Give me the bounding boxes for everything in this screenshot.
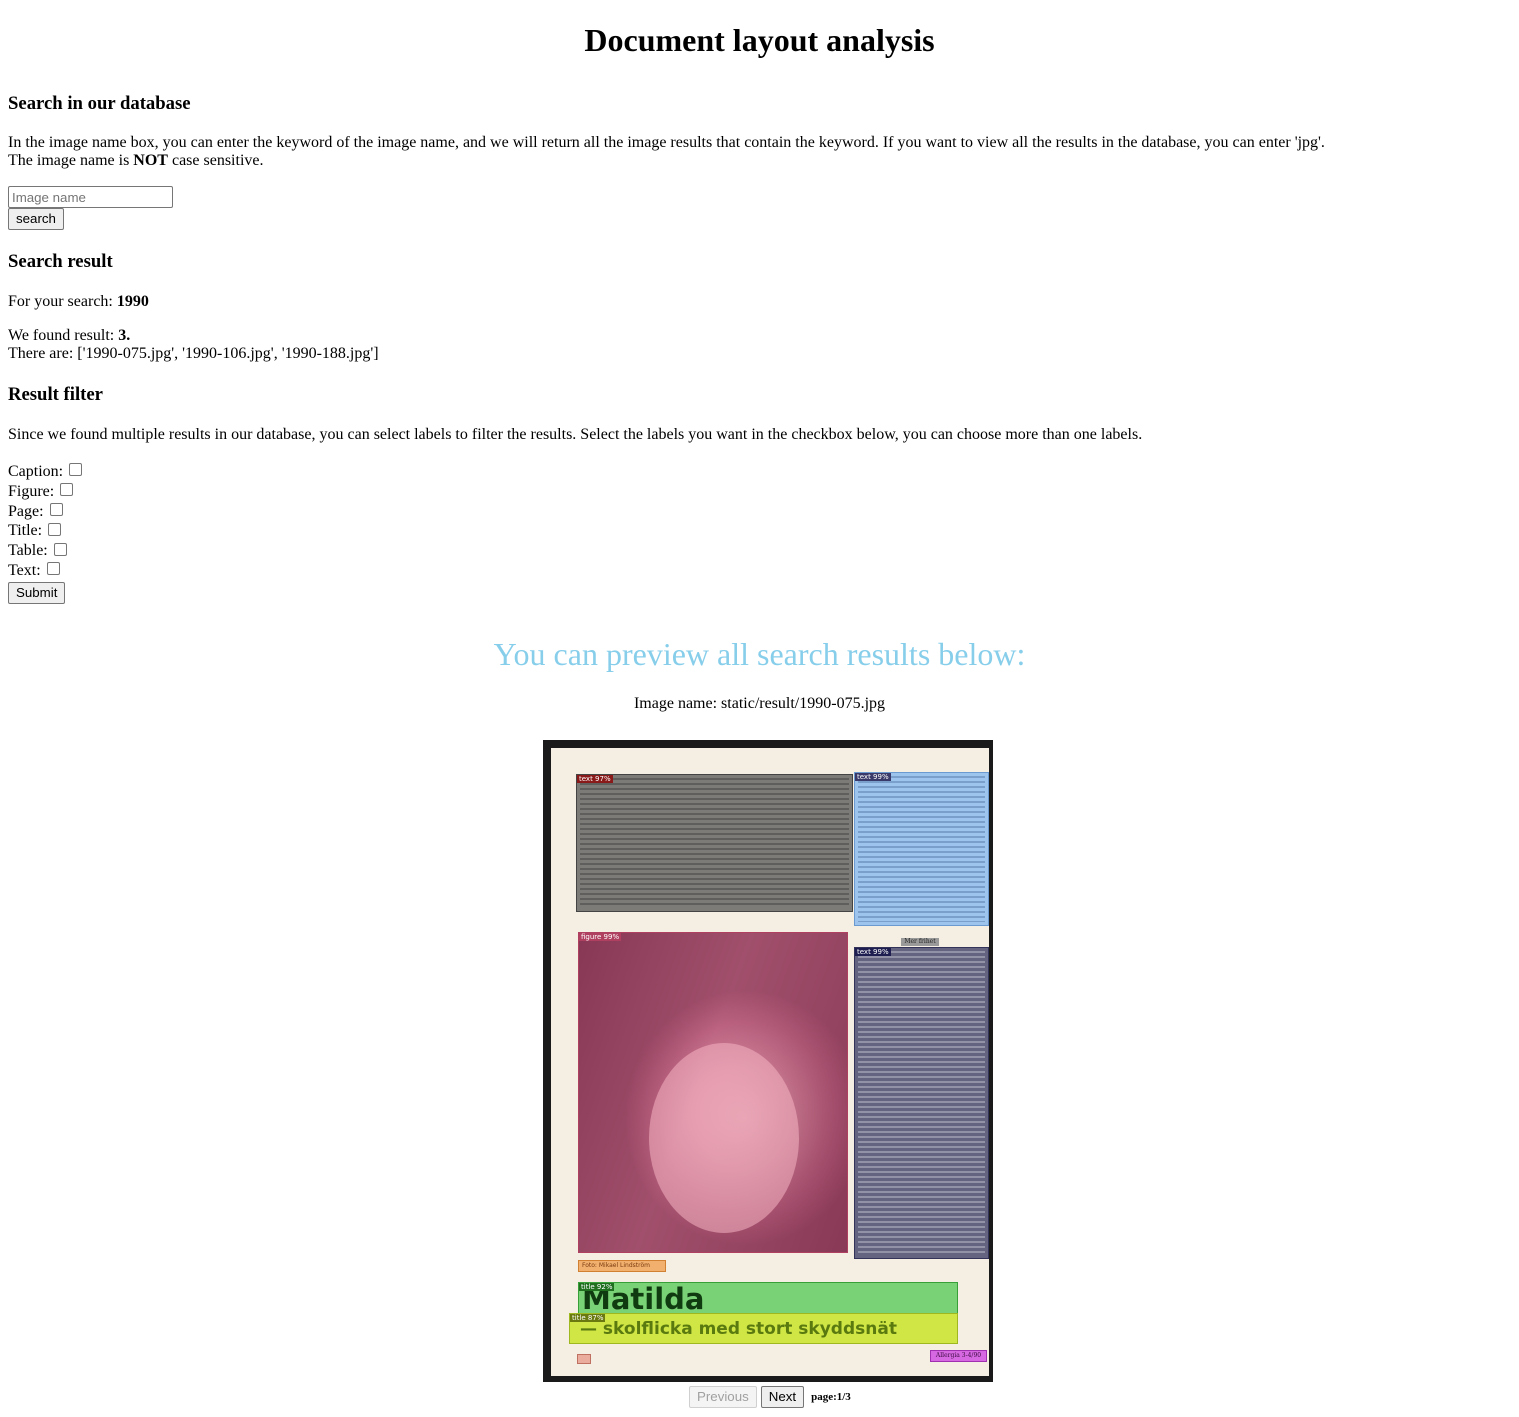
filter-caption-label: Caption: [8, 462, 64, 480]
detection-box-title-2: — skolflicka med stort skyddsnät title 8… [569, 1313, 958, 1344]
results-list: ['1990-075.jpg', '1990-106.jpg', '1990-1… [77, 345, 379, 362]
found-count: 3. [118, 327, 131, 344]
filter-caption-checkbox[interactable] [69, 463, 83, 477]
detection-label-text-1: text 97% [577, 775, 613, 783]
result-preview-image: text 97% text 99% Mer frihet figure 99% … [543, 740, 993, 1382]
search-button[interactable]: search [8, 208, 64, 230]
subheading-mer-frihet: Mer frihet [901, 938, 939, 946]
filter-figure: Figure: [8, 482, 1511, 502]
text-block-lines [858, 776, 985, 922]
filter-text: Text: [8, 561, 1511, 581]
filter-table-checkbox[interactable] [53, 542, 67, 556]
filter-text-checkbox[interactable] [46, 562, 60, 576]
search-intro-line1: In the image name box, you can enter the… [8, 134, 1325, 151]
results-list-prefix: There are: [8, 345, 78, 362]
filter-figure-checkbox[interactable] [60, 483, 74, 497]
detection-label-text-2: text 99% [855, 773, 891, 781]
text-block-lines [858, 951, 985, 1255]
detection-box-page-right: Allergia 3-4/90 [930, 1350, 987, 1362]
next-button[interactable]: Next [760, 1386, 805, 1408]
result-filter-heading: Result filter [8, 384, 103, 405]
filter-figure-label: Figure: [8, 482, 55, 500]
figure-face [649, 1043, 799, 1233]
image-name-input[interactable] [8, 186, 173, 208]
detection-box-text-2: text 99% [854, 772, 989, 926]
query-prefix: For your search: [8, 293, 117, 310]
page-subtitle: — skolflicka med stort skyddsnät [580, 1319, 897, 1339]
detection-box-text-3: text 99% [854, 947, 989, 1259]
found-prefix: We found result: [8, 327, 119, 344]
subheading-text: Mer frihet [904, 938, 936, 945]
search-intro-not: NOT [133, 152, 168, 169]
page-footer-text: Allergia 3-4/90 [935, 1352, 982, 1359]
detection-box-page-left [577, 1354, 591, 1364]
image-name-caption: Image name: static/result/1990-075.jpg [8, 695, 1511, 713]
photo-credit-text: Foto: Mikael Lindström [582, 1262, 650, 1269]
image-name-value: static/result/1990-075.jpg [721, 694, 886, 712]
detection-box-title-1: Matilda title 92% [578, 1282, 958, 1315]
detection-label-text-3: text 99% [855, 948, 891, 956]
filter-title-checkbox[interactable] [48, 522, 62, 536]
detection-box-text-1: text 97% [576, 774, 853, 912]
search-result-heading: Search result [8, 251, 113, 272]
filter-description: Since we found multiple results in our d… [8, 426, 1143, 443]
detection-box-caption: Foto: Mikael Lindström [578, 1260, 666, 1272]
page-title: Document layout analysis [584, 22, 935, 58]
previous-button[interactable]: Previous [689, 1386, 757, 1408]
preview-heading: You can preview all search results below… [493, 635, 1026, 672]
filter-page-checkbox[interactable] [49, 502, 63, 516]
query-value: 1990 [116, 293, 149, 310]
filter-page-label: Page: [8, 502, 44, 520]
filter-title-label: Title: [8, 522, 43, 540]
image-name-prefix: Image name: [633, 694, 722, 712]
search-section-heading: Search in our database [8, 93, 191, 114]
detection-label-figure: figure 99% [579, 933, 622, 941]
filter-page: Page: [8, 502, 1511, 522]
page-indicator: page:1/3 [811, 1391, 851, 1403]
filter-title: Title: [8, 521, 1511, 541]
search-intro: In the image name box, you can enter the… [8, 134, 1511, 170]
detection-box-figure: figure 99% [578, 932, 848, 1253]
filter-table: Table: [8, 541, 1511, 561]
submit-button[interactable]: Submit [8, 581, 66, 604]
filter-text-label: Text: [8, 561, 41, 579]
filter-table-label: Table: [8, 542, 48, 560]
filter-form: Caption: Figure: Page: Title: Table: Tex… [8, 462, 1511, 604]
pagination: Previous Next page:1/3 [689, 1386, 851, 1408]
filter-caption: Caption: [8, 462, 1511, 482]
document-page: text 97% text 99% Mer frihet figure 99% … [551, 748, 989, 1376]
detection-label-title-2: title 87% [570, 1314, 606, 1322]
found-line: We found result: 3. There are: ['1990-07… [8, 327, 1511, 363]
query-line: For your search: 1990 [8, 293, 1511, 311]
text-block-lines [580, 778, 849, 908]
search-intro-line2-suffix: case sensitive. [167, 152, 264, 169]
detection-label-title-1: title 92% [579, 1283, 615, 1291]
search-intro-line2-prefix: The image name is [8, 152, 134, 169]
